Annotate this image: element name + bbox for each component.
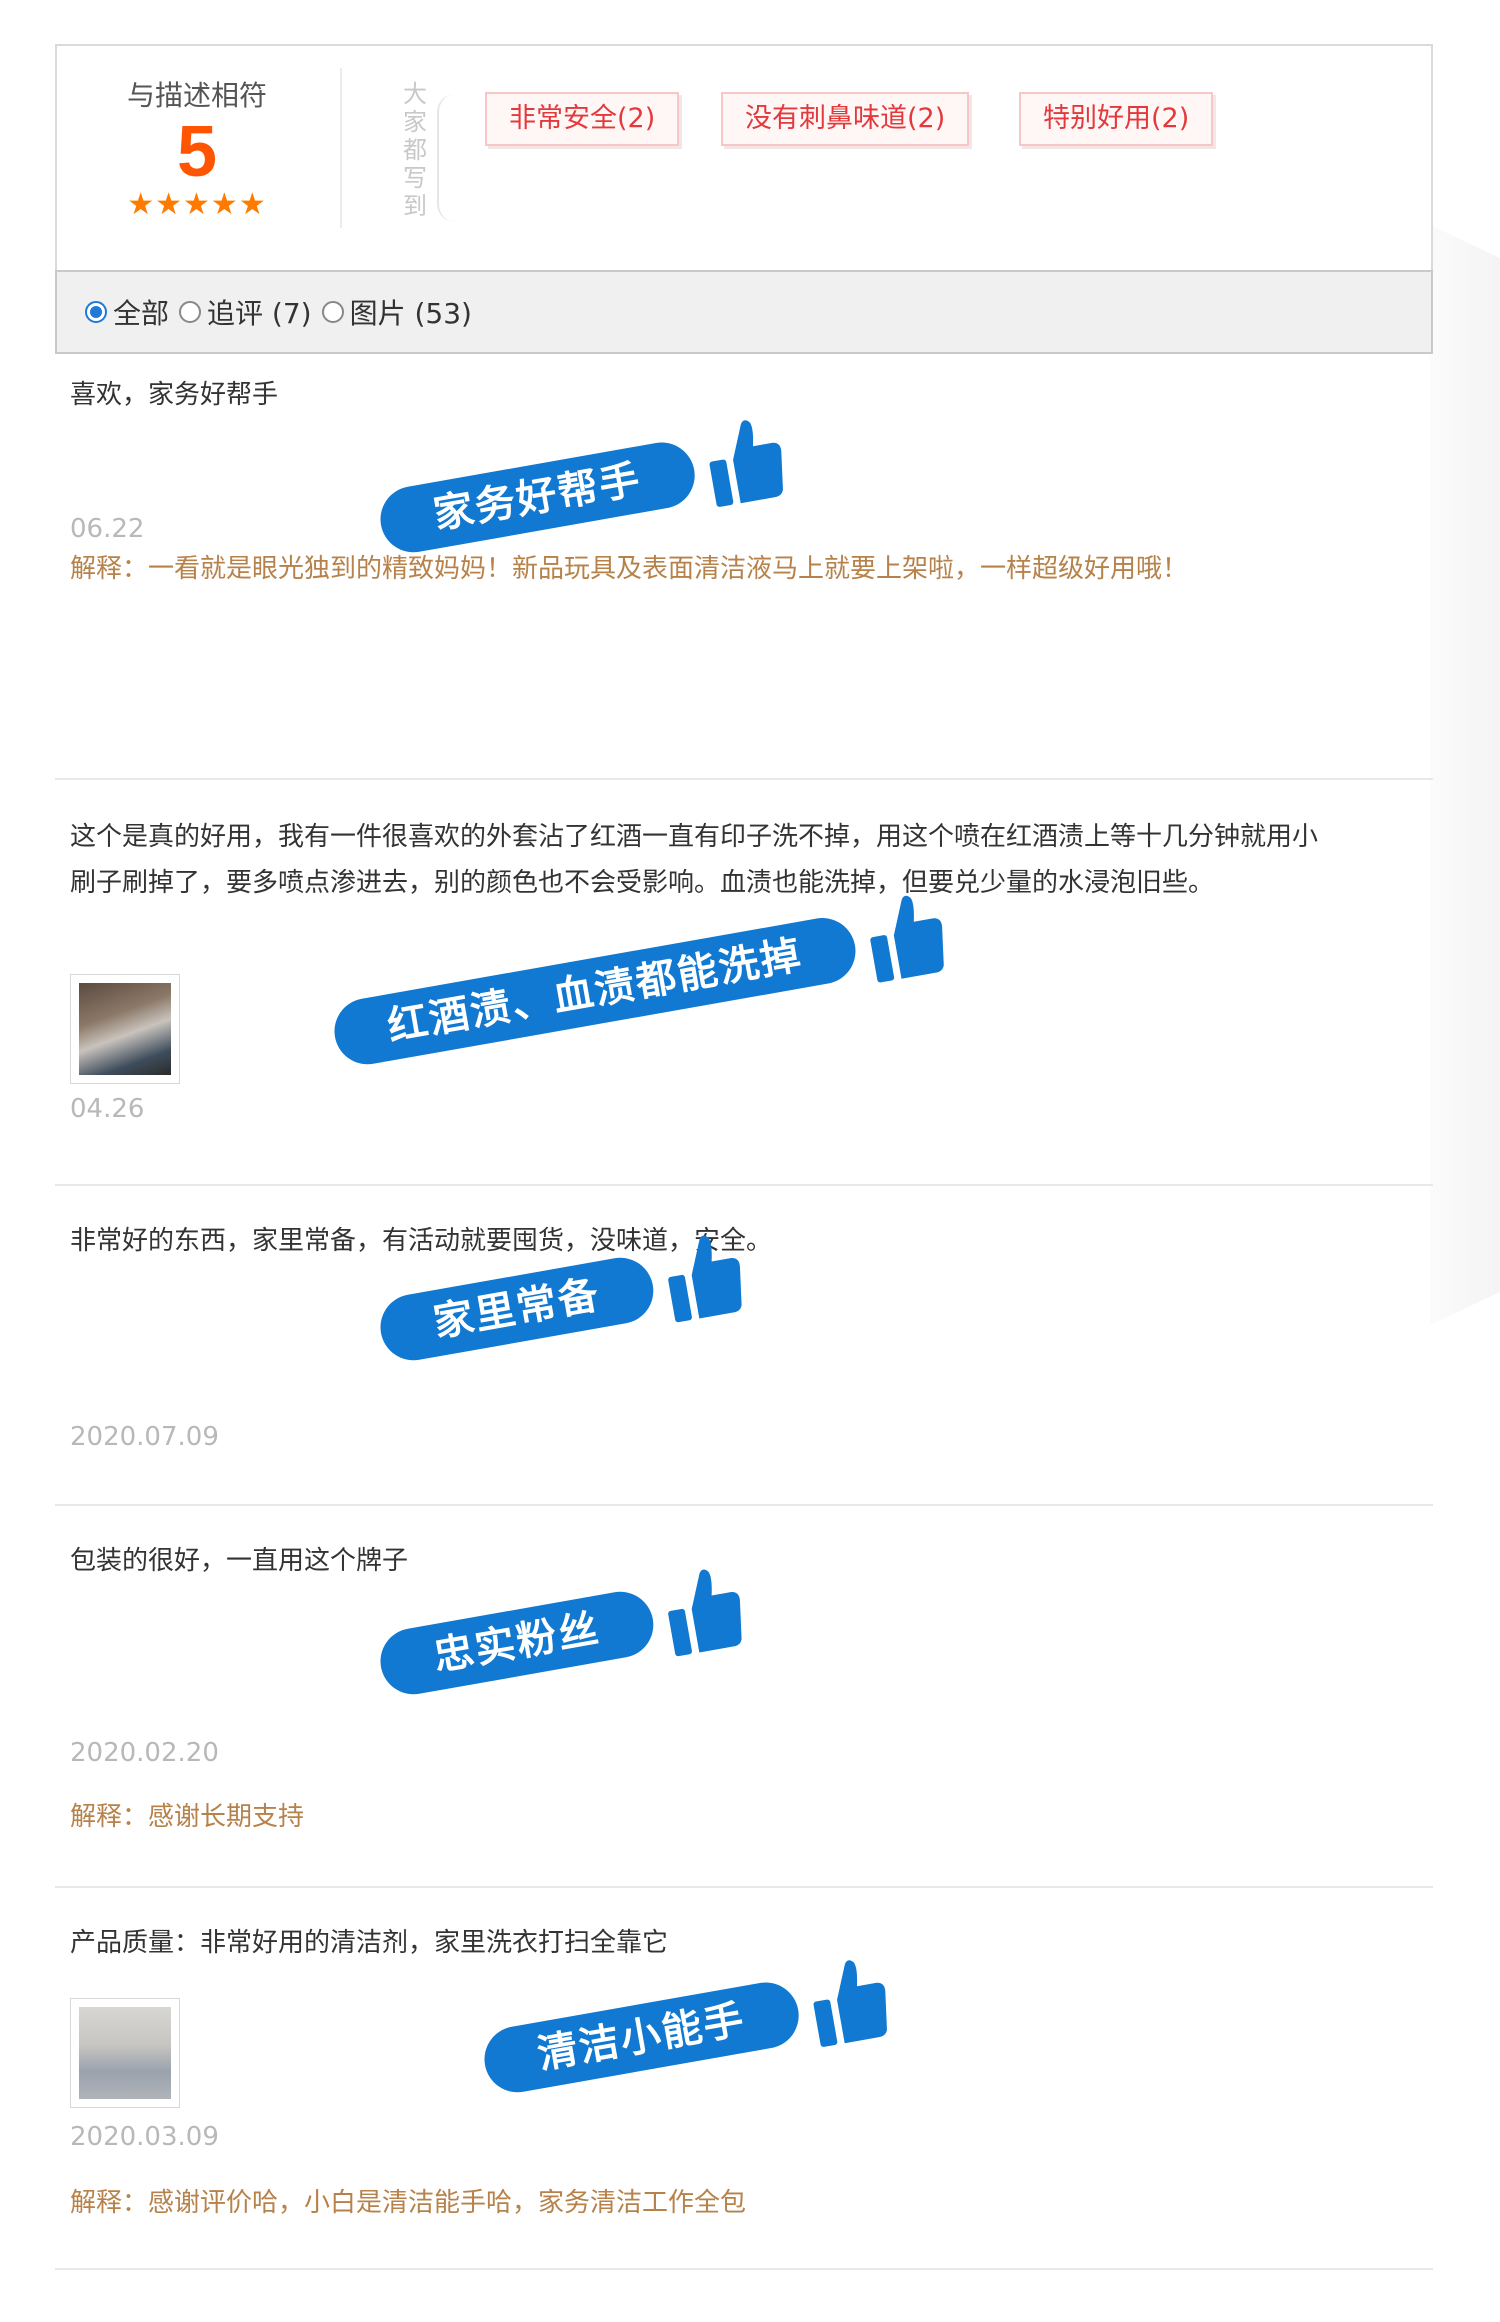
thumbs-up-icon: [709, 420, 783, 507]
tag-especially-useful[interactable]: 特别好用(2): [1019, 92, 1214, 146]
score-block: 与描述相符 5 ★★★★★: [112, 74, 282, 220]
radio-unselected-icon[interactable]: [321, 301, 344, 323]
review-date: 2020.07.09: [70, 1422, 219, 1452]
radio-unselected-icon[interactable]: [179, 301, 202, 323]
badge-label: 家务好帮手: [375, 437, 700, 558]
badge-label: 家里常备: [375, 1252, 659, 1366]
seller-explanation: 解释：感谢长期支持: [70, 1802, 305, 1832]
star-rating: ★★★★★: [127, 187, 267, 222]
thumbs-up-icon: [668, 1235, 742, 1323]
radio-selected-icon[interactable]: [85, 301, 107, 323]
review-photo: [79, 2007, 171, 2099]
review-highlight-badge: 家务好帮手: [374, 411, 793, 567]
everyone-wrote-label: 大家都写到: [403, 80, 427, 220]
review-highlight-badge: 清洁小能手: [478, 1951, 897, 2107]
badge-label: 清洁小能手: [479, 1977, 804, 2098]
filter-images[interactable]: 图片 (53): [321, 292, 472, 332]
badge-label: 红酒渍、血渍都能洗掉: [329, 912, 861, 1070]
review-text: 喜欢，家务好帮手: [70, 380, 279, 410]
brace-decoration: [437, 94, 457, 222]
review-panel: 与描述相符 5 ★★★★★ 大家都写到 非常安全(2) 没有刺鼻味道(2) 特别…: [55, 44, 1433, 2270]
filter-images-label: 图片 (53): [349, 297, 472, 330]
tag-no-pungent-smell[interactable]: 没有刺鼻味道(2): [721, 92, 970, 146]
thumbs-up-icon: [813, 1960, 887, 2047]
review-date: 2020.03.09: [70, 2122, 219, 2152]
rating-summary: 与描述相符 5 ★★★★★ 大家都写到 非常安全(2) 没有刺鼻味道(2) 特别…: [55, 44, 1433, 270]
filter-all[interactable]: 全部: [85, 292, 169, 332]
review-text: 这个是真的好用，我有一件很喜欢的外套沾了红酒一直有印子洗不掉，用这个喷在红酒渍上…: [70, 822, 1319, 898]
review-date: 06.22: [70, 514, 145, 544]
review-photo-thumbnail[interactable]: [70, 974, 180, 1084]
badge-label: 忠实粉丝: [375, 1586, 659, 1700]
thumbs-up-icon: [870, 895, 944, 983]
score-label: 与描述相符: [126, 79, 267, 112]
filter-all-label: 全部: [113, 297, 170, 330]
filter-follow-up-label: 追评 (7): [207, 297, 312, 330]
review-photo-thumbnail[interactable]: [70, 1998, 180, 2108]
review-date: 04.26: [70, 1094, 145, 1124]
filter-bar: 全部 追评 (7) 图片 (53): [55, 270, 1433, 354]
seller-explanation: 解释：一看就是眼光独到的精致妈妈！新品玩具及表面清洁液马上就要上架啦，一样超级好…: [70, 554, 1189, 584]
background-decoration: [1430, 225, 1500, 1325]
review-item: 非常好的东西，家里常备，有活动就要囤货，没味道，安全。 家里常备 2020.07…: [55, 1186, 1433, 1506]
divider: [340, 68, 342, 228]
seller-explanation: 解释：感谢评价哈，小白是清洁能手哈，家务清洁工作全包: [70, 2188, 747, 2218]
review-date: 2020.02.20: [70, 1738, 219, 1768]
review-item: 这个是真的好用，我有一件很喜欢的外套沾了红酒一直有印子洗不掉，用这个喷在红酒渍上…: [55, 780, 1433, 1186]
filter-follow-up[interactable]: 追评 (7): [179, 292, 312, 332]
review-item: 包装的很好，一直用这个牌子 忠实粉丝 2020.02.20 解释：感谢长期支持: [55, 1506, 1433, 1888]
review-highlight-badge: 红酒渍、血渍都能洗掉: [328, 887, 954, 1079]
thumbs-up-icon: [668, 1569, 742, 1657]
score-value: 5: [176, 112, 218, 192]
review-item: 产品质量：非常好用的清洁剂，家里洗衣打扫全靠它 清洁小能手 2020.03.09…: [55, 1888, 1433, 2270]
review-text: 产品质量：非常好用的清洁剂，家里洗衣打扫全靠它: [70, 1928, 669, 1958]
review-item: 喜欢，家务好帮手 家务好帮手 06.22 解释：一看就是眼光独到的精致妈妈！新品…: [55, 354, 1433, 780]
review-photo: [79, 983, 171, 1075]
tag-very-safe[interactable]: 非常安全(2): [485, 92, 680, 146]
